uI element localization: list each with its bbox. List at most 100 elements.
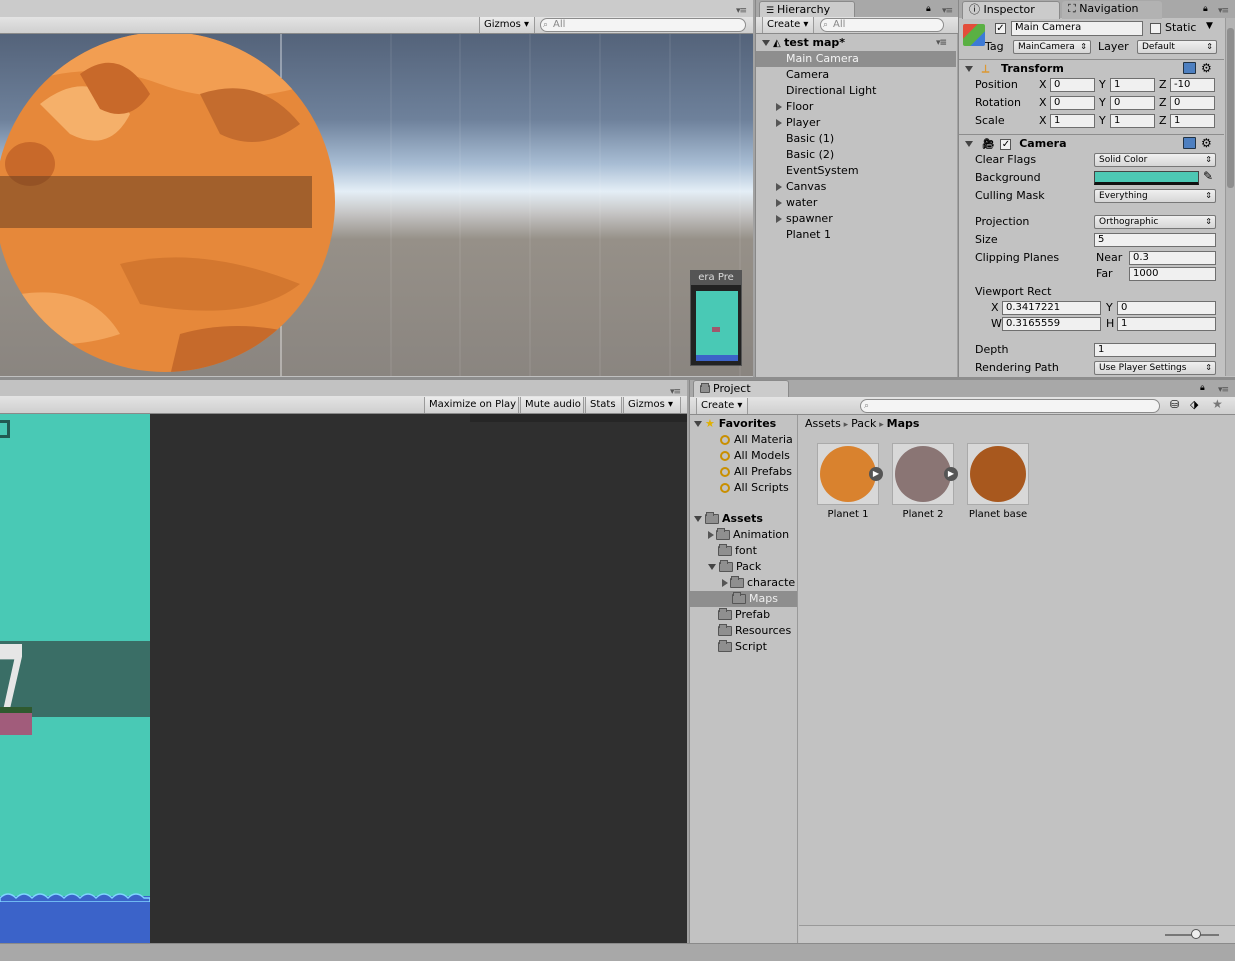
rendering-path-dropdown[interactable]: Use Player Settings — [1094, 361, 1216, 375]
expand-arrow-icon[interactable] — [708, 531, 714, 539]
hierarchy-item[interactable]: Basic (2) — [756, 147, 956, 163]
tab-inspector[interactable]: ⓘ Inspector — [962, 1, 1060, 19]
eyedropper-icon[interactable]: ✎ — [1203, 169, 1213, 183]
hierarchy-item[interactable]: Player — [756, 115, 956, 131]
viewport-x-field[interactable]: 0.3417221 — [1002, 301, 1101, 315]
game-viewport[interactable] — [0, 414, 687, 943]
zoom-slider-thumb[interactable] — [1191, 929, 1201, 939]
far-field[interactable]: 1000 — [1129, 267, 1216, 281]
inspector-scroll-thumb[interactable] — [1227, 28, 1234, 188]
viewport-y-field[interactable]: 0 — [1117, 301, 1216, 315]
asset-item[interactable]: ▶ Planet 1 — [815, 443, 883, 523]
object-name-field[interactable]: Main Camera — [1011, 21, 1143, 36]
scale-z-field[interactable]: 1 — [1170, 114, 1215, 128]
favorite-item[interactable]: All Prefabs — [690, 464, 797, 480]
folder-item[interactable]: font — [690, 543, 797, 559]
expand-arrow-icon[interactable] — [776, 199, 782, 207]
help-book-icon[interactable] — [1183, 62, 1196, 74]
folder-item[interactable]: Maps — [690, 591, 797, 607]
expand-arrow-icon[interactable] — [762, 40, 770, 46]
static-checkbox[interactable] — [1150, 23, 1161, 34]
favorite-item[interactable]: All Models — [690, 448, 797, 464]
active-checkbox[interactable]: ✓ — [995, 23, 1006, 34]
expand-arrow-icon[interactable] — [722, 579, 728, 587]
stats-button[interactable]: Stats — [585, 397, 622, 413]
help-book-icon[interactable] — [1183, 137, 1196, 149]
expand-arrow-icon[interactable] — [694, 516, 702, 522]
hierarchy-menu-icon[interactable]: ▾≡ — [942, 6, 953, 16]
maximize-on-play-button[interactable]: Maximize on Play — [424, 397, 519, 413]
scale-y-field[interactable]: 1 — [1110, 114, 1155, 128]
tag-dropdown[interactable]: MainCamera — [1013, 40, 1091, 54]
hierarchy-item[interactable]: Camera — [756, 67, 956, 83]
project-create-button[interactable]: Create ▾ — [696, 398, 748, 414]
hierarchy-item[interactable]: Canvas — [756, 179, 956, 195]
viewport-w-field[interactable]: 0.3165559 — [1002, 317, 1101, 331]
clear-flags-dropdown[interactable]: Solid Color — [1094, 153, 1216, 167]
hierarchy-item[interactable]: Floor — [756, 99, 956, 115]
projection-dropdown[interactable]: Orthographic — [1094, 215, 1216, 229]
breadcrumb-item[interactable]: Pack — [851, 417, 876, 430]
position-z-field[interactable]: -10 — [1170, 78, 1215, 92]
favorite-item[interactable]: All Scripts — [690, 480, 797, 496]
expand-arrow-icon[interactable] — [776, 215, 782, 223]
breadcrumb-item[interactable]: Assets — [805, 417, 841, 430]
hierarchy-scene-row[interactable]: ◭ test map* ▾≡ — [756, 35, 956, 51]
expand-arrow-icon[interactable] — [694, 421, 702, 427]
background-color-swatch[interactable] — [1094, 171, 1199, 185]
layer-dropdown[interactable]: Default — [1137, 40, 1217, 54]
expand-arrow-icon[interactable] — [708, 564, 716, 570]
expand-arrow-icon[interactable] — [965, 141, 973, 147]
scene-gizmos-button[interactable]: Gizmos ▾ — [479, 17, 535, 33]
folder-item[interactable]: Pack — [690, 559, 797, 575]
folder-item[interactable]: Script — [690, 639, 797, 655]
inspector-scrollbar[interactable] — [1225, 18, 1235, 376]
depth-field[interactable]: 1 — [1094, 343, 1216, 357]
hierarchy-item[interactable]: Planet 1 — [756, 227, 956, 243]
static-dropdown-icon[interactable]: ▼ — [1206, 21, 1213, 31]
favorites-row[interactable]: ★ Favorites — [690, 416, 797, 432]
lock-icon[interactable]: 🔒︎ — [1203, 4, 1208, 14]
settings-gear-icon[interactable]: ⚙ — [1201, 135, 1212, 152]
asset-item[interactable]: Planet base — [965, 443, 1031, 523]
hierarchy-search-input[interactable]: ⌕ All — [820, 18, 944, 32]
lock-icon[interactable]: 🔒︎ — [926, 4, 931, 14]
folder-item[interactable]: characte — [690, 575, 797, 591]
settings-gear-icon[interactable]: ⚙ — [1201, 60, 1212, 77]
tab-project[interactable]: Project — [693, 380, 789, 398]
hierarchy-item[interactable]: spawner — [756, 211, 956, 227]
expand-sprite-icon[interactable]: ▶ — [944, 467, 958, 481]
game-gizmos-button[interactable]: Gizmos ▾ — [623, 397, 681, 413]
expand-sprite-icon[interactable]: ▶ — [869, 467, 883, 481]
folder-item[interactable]: Resources — [690, 623, 797, 639]
mute-audio-button[interactable]: Mute audio — [520, 397, 584, 413]
hierarchy-item[interactable]: Basic (1) — [756, 131, 956, 147]
hierarchy-item[interactable]: Main Camera — [756, 51, 956, 67]
hierarchy-item[interactable]: Directional Light — [756, 83, 956, 99]
near-field[interactable]: 0.3 — [1129, 251, 1216, 265]
asset-item[interactable]: ▶ Planet 2 — [890, 443, 958, 523]
hierarchy-create-button[interactable]: Create ▾ — [762, 17, 814, 33]
assets-row[interactable]: Assets — [690, 511, 797, 527]
panel-menu-icon[interactable]: ▾≡ — [736, 6, 747, 16]
position-y-field[interactable]: 1 — [1110, 78, 1155, 92]
rotation-z-field[interactable]: 0 — [1170, 96, 1215, 110]
folder-item[interactable]: Prefab — [690, 607, 797, 623]
camera-header[interactable]: 🎥︎ ✓ Camera ⚙ — [959, 134, 1224, 152]
expand-arrow-icon[interactable] — [776, 183, 782, 191]
filter-by-type-icon[interactable]: ⛁ — [1170, 398, 1179, 411]
rotation-y-field[interactable]: 0 — [1110, 96, 1155, 110]
position-x-field[interactable]: 0 — [1050, 78, 1095, 92]
favorite-star-icon[interactable]: ★ — [1212, 397, 1223, 411]
folder-item[interactable]: Animation — [690, 527, 797, 543]
expand-arrow-icon[interactable] — [965, 66, 973, 72]
transform-header[interactable]: ⟂ Transform ⚙ — [959, 59, 1224, 77]
project-search-input[interactable]: ⌕ — [860, 399, 1160, 413]
size-field[interactable]: 5 — [1094, 233, 1216, 247]
scene-search-input[interactable]: ⌕ All — [540, 18, 746, 32]
expand-arrow-icon[interactable] — [776, 103, 782, 111]
breadcrumb-item[interactable]: Maps — [887, 417, 920, 430]
hierarchy-item[interactable]: water — [756, 195, 956, 211]
favorite-item[interactable]: All Materia — [690, 432, 797, 448]
scene-canvas[interactable]: era Pre — [0, 34, 753, 376]
